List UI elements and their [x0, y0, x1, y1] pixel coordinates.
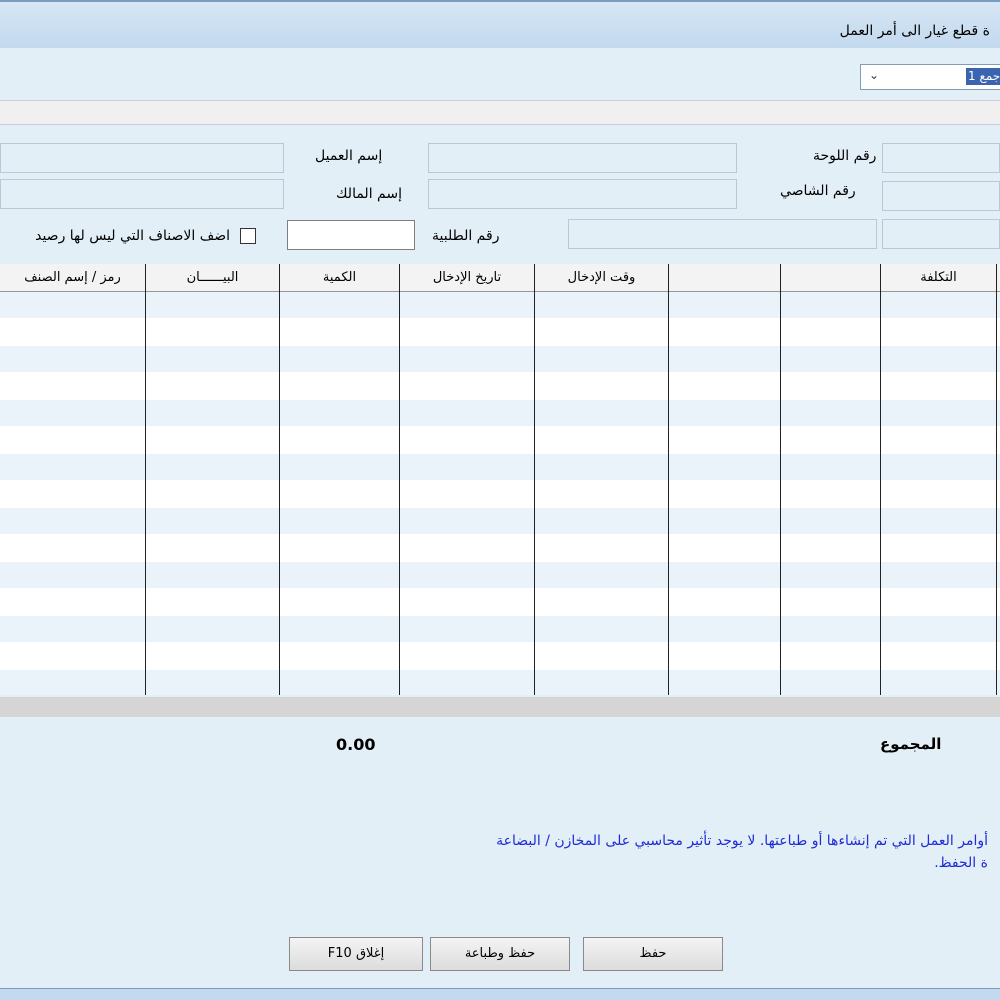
table-row[interactable]: [0, 562, 1000, 588]
info-note-line: ة الحفظ.: [934, 855, 988, 871]
plate-field[interactable]: [882, 143, 1000, 173]
column-divider: [534, 264, 535, 695]
table-row[interactable]: [0, 400, 1000, 426]
info-note: أوامر العمل التي تم إنشاءها أو طباعتها. …: [0, 830, 988, 874]
chassis-label: رقم الشاصي: [780, 183, 856, 199]
title-bar: ة قطع غيار الى أمر العمل: [0, 0, 1000, 48]
plate-label: رقم اللوحة: [813, 148, 877, 164]
save-button[interactable]: حفظ: [583, 937, 723, 971]
total-label: المجموع: [880, 735, 942, 753]
owner-label: إسم المالك: [336, 186, 402, 202]
add-items-label: اضف الاصناف التي ليس لها رصيد: [35, 228, 230, 244]
column-divider: [996, 264, 997, 695]
chassis-field[interactable]: [882, 181, 1000, 211]
table-row[interactable]: [0, 508, 1000, 534]
table-row[interactable]: [0, 292, 1000, 318]
horizontal-scrollbar[interactable]: [0, 697, 1000, 717]
owner-field[interactable]: [428, 179, 737, 209]
column-header[interactable]: الكمية: [280, 264, 399, 292]
customer-field[interactable]: [428, 143, 737, 173]
table-row[interactable]: [0, 670, 1000, 695]
column-divider: [145, 264, 146, 695]
table-row[interactable]: [0, 346, 1000, 372]
extra-field-right[interactable]: [882, 219, 1000, 249]
customer-label: إسم العميل: [315, 148, 383, 164]
close-button[interactable]: إغلاق F10: [289, 937, 423, 971]
column-divider: [279, 264, 280, 695]
total-value: 0.00: [336, 735, 376, 754]
column-header[interactable]: التكلفة: [881, 264, 996, 292]
column-header[interactable]: [781, 264, 880, 292]
toolbar-band: [0, 100, 1000, 125]
column-divider: [399, 264, 400, 695]
selector-value[interactable]: جمع 1: [966, 68, 1000, 85]
column-divider: [668, 264, 669, 695]
column-header[interactable]: وقت الإدخال: [535, 264, 668, 292]
table-row[interactable]: [0, 454, 1000, 480]
column-divider: [880, 264, 881, 695]
add-items-checkbox[interactable]: [240, 228, 256, 244]
window-title: ة قطع غيار الى أمر العمل: [839, 23, 990, 39]
chevron-down-icon[interactable]: ⌄: [869, 68, 879, 82]
table-row[interactable]: [0, 616, 1000, 642]
column-divider: [780, 264, 781, 695]
column-header[interactable]: تاريخ الإدخال: [400, 264, 534, 292]
column-header[interactable]: [669, 264, 780, 292]
column-header[interactable]: رمز / إسم الصنف: [0, 264, 145, 292]
order-label: رقم الطلبية: [432, 228, 500, 244]
info-note-line: أوامر العمل التي تم إنشاءها أو طباعتها. …: [496, 833, 988, 849]
save-print-button[interactable]: حفظ وطباعة: [430, 937, 570, 971]
owner-name-field[interactable]: [0, 179, 284, 209]
extra-field-mid[interactable]: [568, 219, 877, 249]
items-grid[interactable]: رمز / إسم الصنف البيــــــان الكمية تاري…: [0, 264, 1000, 695]
window-bottom-edge: [0, 988, 1000, 1000]
customer-name-field[interactable]: [0, 143, 284, 173]
column-header[interactable]: البيــــــان: [146, 264, 279, 292]
order-field[interactable]: [287, 220, 415, 250]
